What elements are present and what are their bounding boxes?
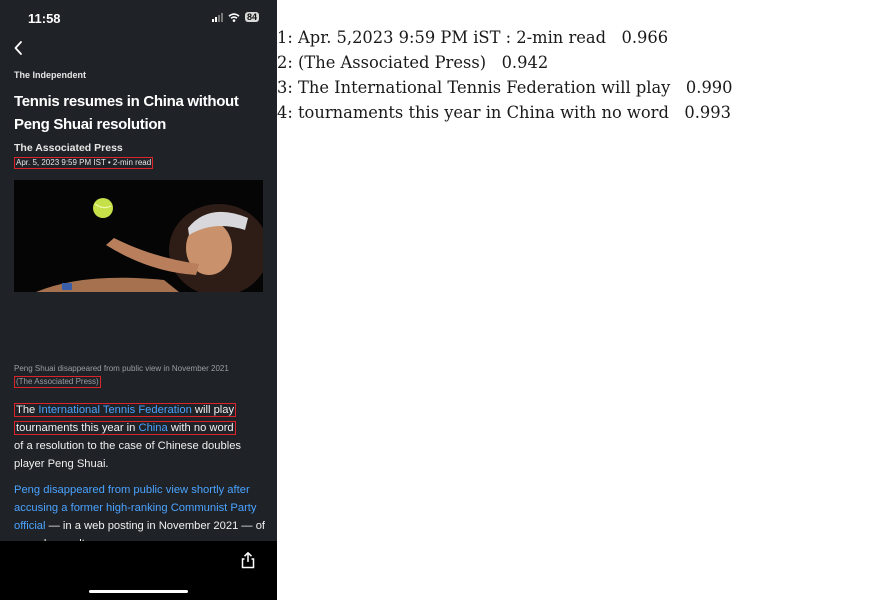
ocr-line: 3: The International Tennis Federation w… bbox=[277, 78, 733, 97]
phone-screenshot: 11:58 84 The Independent Tennis resumes … bbox=[0, 0, 277, 600]
signal-icon bbox=[211, 12, 223, 22]
paragraph-text: The bbox=[16, 404, 39, 416]
hero-image[interactable] bbox=[14, 180, 263, 292]
paragraph-text: with no word bbox=[167, 422, 234, 434]
ocr-line: 4: tournaments this year in China with n… bbox=[277, 103, 731, 122]
itf-link[interactable]: International Tennis Federation bbox=[38, 404, 191, 416]
article-headline: Tennis resumes in China without Peng Shu… bbox=[14, 93, 239, 133]
ocr-line: 2: (The Associated Press) 0.942 bbox=[277, 53, 549, 72]
article-byline[interactable]: The Associated Press bbox=[14, 142, 123, 154]
status-bar: 11:58 84 bbox=[0, 0, 277, 36]
highlight-box-line-2: tournaments this year in China with no w… bbox=[14, 421, 236, 435]
article-paragraph-1: The International Tennis Federation will… bbox=[14, 401, 269, 473]
paragraph-text: of a resolution to the case of Chinese d… bbox=[14, 440, 242, 470]
home-indicator bbox=[89, 590, 188, 593]
status-time: 11:58 bbox=[28, 11, 61, 26]
bottom-toolbar bbox=[0, 541, 277, 600]
image-caption: Peng Shuai disappeared from public view … bbox=[14, 364, 229, 373]
paragraph-text: will play bbox=[191, 404, 235, 416]
image-credit: (The Associated Press) bbox=[14, 376, 101, 388]
back-chevron-icon[interactable] bbox=[10, 38, 30, 58]
share-icon[interactable] bbox=[239, 551, 257, 569]
china-link[interactable]: China bbox=[139, 422, 168, 434]
status-icons: 84 bbox=[211, 12, 259, 22]
battery-icon: 84 bbox=[244, 12, 259, 22]
ocr-line: 1: Apr. 5,2023 9:59 PM iST : 2-min read … bbox=[277, 28, 669, 47]
article-dateline: Apr. 5, 2023 9:59 PM IST • 2-min read bbox=[14, 157, 154, 169]
article-source: The Independent bbox=[14, 70, 86, 80]
highlight-box-line-1: The International Tennis Federation will… bbox=[14, 403, 237, 417]
paragraph-text: tournaments this year in bbox=[16, 422, 139, 434]
wifi-icon bbox=[228, 12, 240, 22]
ocr-results-panel: 1: Apr. 5,2023 9:59 PM iST : 2-min read … bbox=[277, 25, 733, 125]
